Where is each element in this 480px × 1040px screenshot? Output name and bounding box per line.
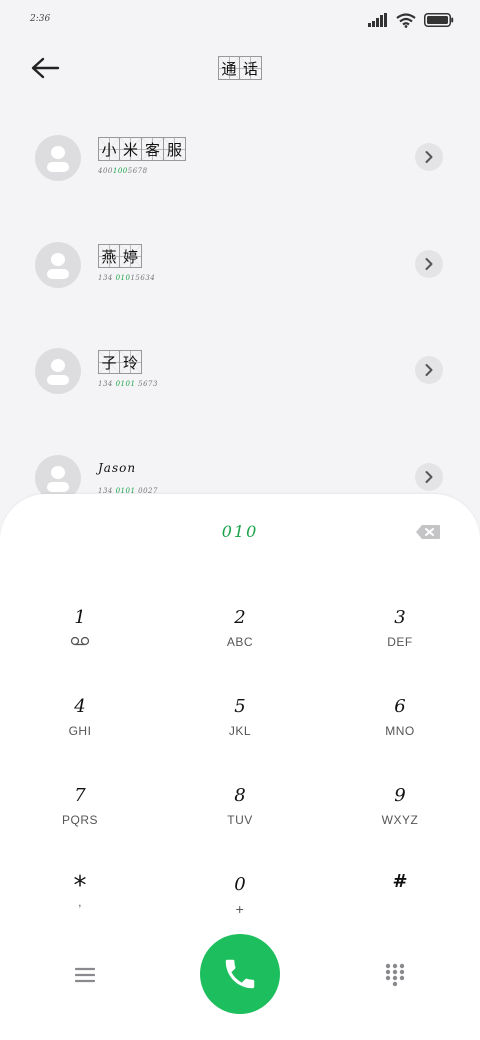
contact-name: 小米客服 bbox=[98, 137, 186, 161]
key-1[interactable]: 1 bbox=[20, 606, 140, 676]
key-4[interactable]: 4 GHI bbox=[20, 695, 140, 765]
key-letters: JKL bbox=[228, 724, 252, 738]
backspace-icon bbox=[416, 525, 440, 539]
status-time: 2:36 bbox=[30, 14, 51, 24]
name-char: 米 bbox=[120, 137, 142, 161]
contact-name: 子玲 bbox=[98, 350, 142, 374]
name-char: 服 bbox=[164, 137, 186, 161]
key-7[interactable]: 7 PQRS bbox=[20, 784, 140, 854]
key-letters: GHI bbox=[68, 724, 92, 738]
contact-row[interactable]: 小米客服 4001005678 bbox=[0, 135, 480, 195]
battery-icon bbox=[424, 13, 454, 27]
keypad-icon bbox=[385, 963, 405, 987]
dialed-number: 010 bbox=[221, 522, 259, 541]
contact-row[interactable]: 子玲 134 0101 5673 bbox=[0, 348, 480, 408]
contact-row[interactable]: 燕婷 134 01015634 bbox=[0, 242, 480, 302]
menu-button[interactable] bbox=[70, 960, 100, 990]
status-bar: 2:36 bbox=[0, 0, 480, 40]
key-digit: 3 bbox=[394, 607, 406, 628]
key-letters: WXYZ bbox=[381, 813, 419, 827]
title-char: 通 bbox=[218, 56, 240, 80]
key-2[interactable]: 2 ABC bbox=[180, 606, 300, 676]
key-digit: 1 bbox=[74, 607, 86, 628]
contact-number: 134 01015634 bbox=[98, 274, 156, 282]
dialpad-actions bbox=[0, 934, 480, 1014]
dialpad-sheet: 010 1 2 ABC 3 DEF 4 GHI 5 JKL 6 MNO 7 PQ… bbox=[0, 494, 480, 1040]
voicemail-icon bbox=[20, 634, 140, 650]
page-title: 通话 bbox=[0, 56, 480, 80]
status-icons bbox=[368, 12, 454, 28]
key-digit: 6 bbox=[394, 696, 406, 717]
name-char: 玲 bbox=[120, 350, 142, 374]
key-6[interactable]: 6 MNO bbox=[340, 695, 460, 765]
avatar-icon bbox=[35, 348, 81, 394]
key-digit: 2 bbox=[234, 607, 246, 628]
wifi-icon bbox=[396, 12, 416, 28]
contact-detail-button[interactable] bbox=[415, 356, 443, 384]
backspace-button[interactable] bbox=[414, 522, 442, 542]
contact-number: 4001005678 bbox=[98, 167, 148, 175]
key-5[interactable]: 5 JKL bbox=[180, 695, 300, 765]
name-char: 婷 bbox=[120, 244, 142, 268]
key-digit: 4 bbox=[74, 696, 86, 717]
key-8[interactable]: 8 TUV bbox=[180, 784, 300, 854]
name-char: 燕 bbox=[98, 244, 120, 268]
avatar-icon bbox=[35, 135, 81, 181]
chevron-right-icon bbox=[425, 471, 433, 483]
key-letters: DEF bbox=[387, 635, 413, 649]
signal-icon bbox=[368, 13, 387, 27]
key-0[interactable]: 0 + bbox=[180, 873, 300, 943]
contact-detail-button[interactable] bbox=[415, 463, 443, 491]
contact-name: 燕婷 bbox=[98, 244, 142, 268]
chevron-right-icon bbox=[425, 364, 433, 376]
key-digit: 0 bbox=[234, 874, 246, 895]
keypad-toggle-button[interactable] bbox=[380, 960, 410, 990]
key-letters: ABC bbox=[226, 635, 254, 649]
contact-detail-button[interactable] bbox=[415, 143, 443, 171]
key-9[interactable]: 9 WXYZ bbox=[340, 784, 460, 854]
name-char: 客 bbox=[142, 137, 164, 161]
key-letters: MNO bbox=[385, 724, 415, 738]
key-hash[interactable]: # bbox=[340, 870, 460, 940]
name-char: 子 bbox=[98, 350, 120, 374]
chevron-right-icon bbox=[425, 151, 433, 163]
key-digit: 7 bbox=[74, 785, 86, 806]
title-char: 话 bbox=[240, 56, 262, 80]
phone-icon bbox=[225, 959, 255, 989]
key-3[interactable]: 3 DEF bbox=[340, 606, 460, 676]
key-digit: # bbox=[392, 871, 408, 892]
name-char: 小 bbox=[98, 137, 120, 161]
contact-number: 134 0101 5673 bbox=[98, 380, 158, 388]
chevron-right-icon bbox=[425, 258, 433, 270]
key-digit: 9 bbox=[394, 785, 406, 806]
contact-detail-button[interactable] bbox=[415, 250, 443, 278]
key-digit: 8 bbox=[234, 785, 246, 806]
key-letters: + bbox=[235, 901, 245, 917]
key-letters: TUV bbox=[227, 813, 253, 827]
key-letters: , bbox=[78, 895, 82, 909]
call-button[interactable] bbox=[200, 934, 280, 1014]
menu-icon bbox=[75, 967, 95, 983]
contact-name: Jason bbox=[98, 461, 137, 475]
header: 通话 bbox=[0, 48, 480, 88]
avatar-icon bbox=[35, 242, 81, 288]
key-digit: 5 bbox=[234, 696, 246, 717]
key-letters: PQRS bbox=[61, 813, 98, 827]
